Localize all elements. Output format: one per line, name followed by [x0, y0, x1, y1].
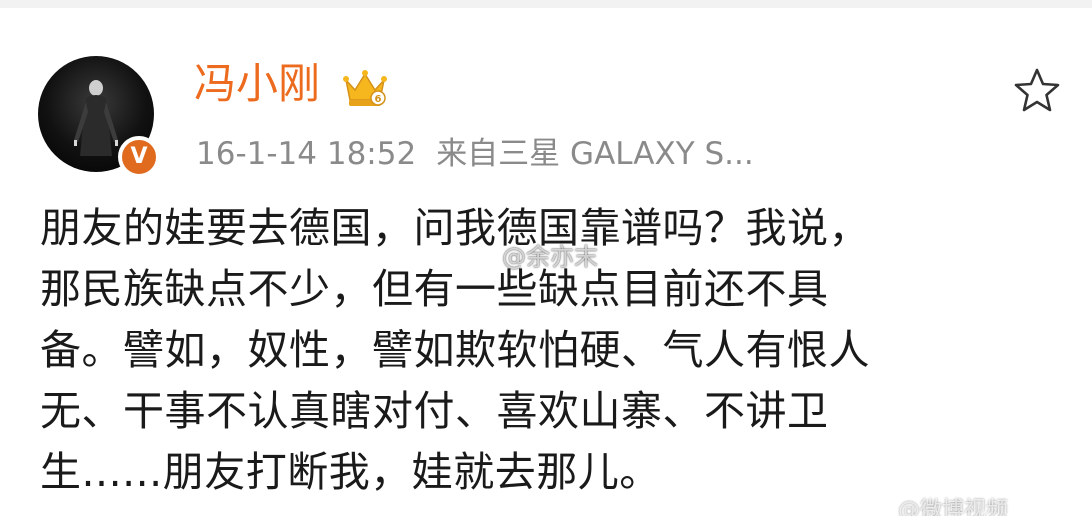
avatar-figure-icon	[74, 80, 118, 156]
post-line: 生......朋友打断我，娃就去那儿。	[40, 448, 661, 496]
post-timestamp: 16-1-14 18:52	[196, 136, 417, 172]
post-meta: 16-1-14 18:52 来自三星 GALAXY S...	[196, 134, 754, 174]
post-line: 备。譬如，奴性，譬如欺软怕硬、气人有恨人	[40, 326, 870, 374]
favorite-star-icon[interactable]	[1012, 66, 1062, 116]
crown-icon: 6	[343, 70, 387, 106]
post-line: 无、干事不认真瞎对付、喜欢山寨、不讲卫	[40, 387, 829, 435]
watermark-corner: @微博视频	[898, 498, 1009, 516]
author-name[interactable]: 冯小刚	[194, 58, 320, 110]
svg-text:6: 6	[375, 94, 382, 105]
post-source[interactable]: 来自三星 GALAXY S...	[436, 136, 754, 172]
verified-badge: V	[118, 136, 160, 178]
weibo-post-screenshot: V 冯小刚 6 16-1-14 18:52 来自三星 GALAXY S... 朋友…	[0, 0, 1092, 516]
top-divider	[0, 0, 1092, 8]
watermark-center: @余亦末	[502, 243, 598, 271]
